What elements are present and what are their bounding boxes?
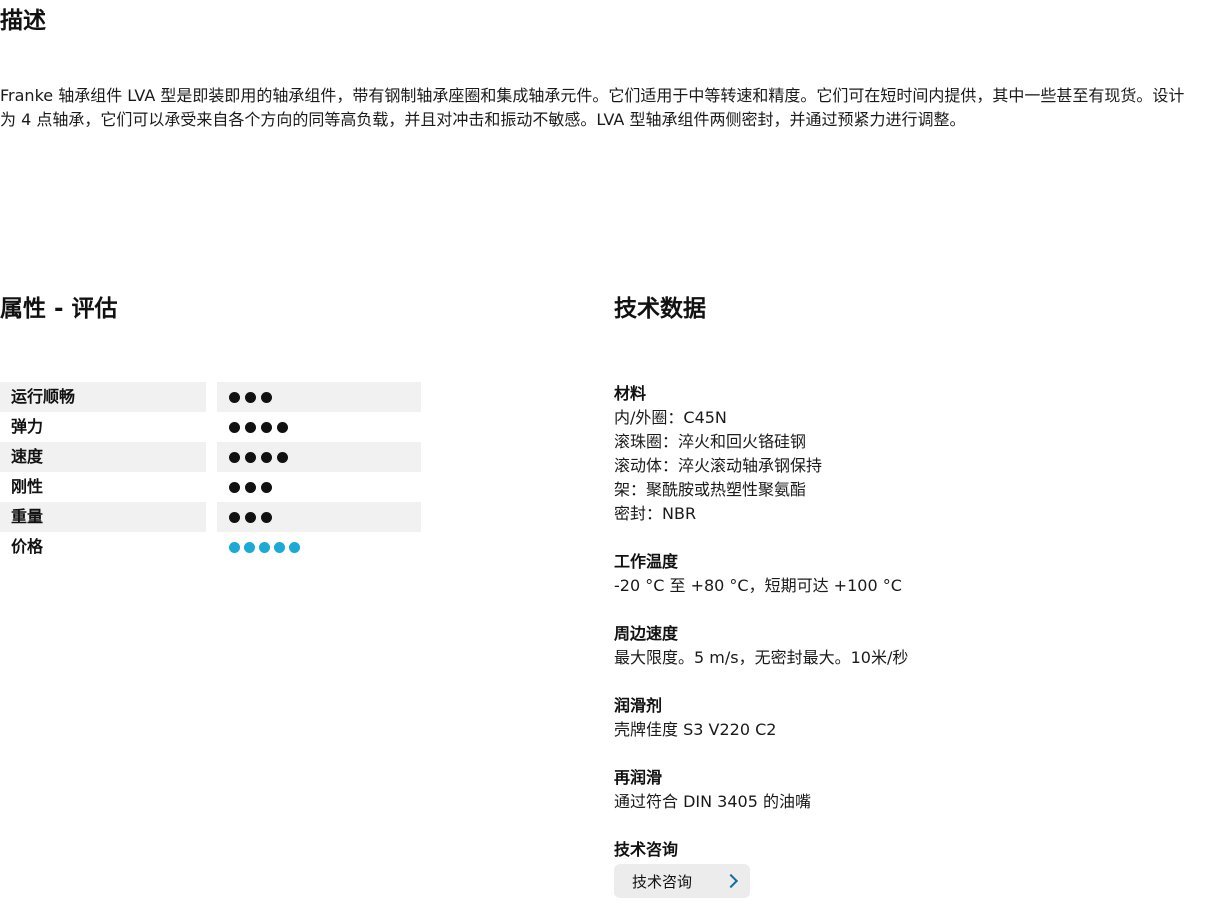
rating-dot-icon xyxy=(245,481,256,493)
rating-label: 价格 xyxy=(11,537,44,556)
rating-dot-icon xyxy=(261,511,272,523)
rating-dot-icon xyxy=(261,481,272,493)
tech-consult-button[interactable]: 技术咨询 xyxy=(614,864,751,898)
tech-data-group: 材料内/外圈：C45N 滚珠圈：淬火和回火铬硅钢 滚动体：淬火滚动轴承钢保持 架：聚酰… xyxy=(614,382,1174,526)
rating-row: 刚性 xyxy=(0,472,421,502)
tech-data-group: 再润滑通过符合 DIN 3405 的油嘴 xyxy=(614,766,1174,814)
description-text: Franke 轴承组件 LVA 型是即装即用的轴承组件，带有钢制轴承座圈和集成轴… xyxy=(0,86,1185,129)
tech-data-value: 最大限度。5 m/s，无密封最大。10米/秒 xyxy=(614,648,909,667)
tech-data-group: 工作温度 -20 °C 至 +80 °C，短期可达 +100 °C xyxy=(614,550,1174,598)
rating-dots xyxy=(217,472,421,502)
rating-dot-icon xyxy=(261,421,272,433)
rating-dot-icon xyxy=(289,541,300,553)
tech-data-value: 架：聚酰胺或热塑性聚氨酯 xyxy=(614,480,807,499)
rating-dot-icon xyxy=(277,421,288,433)
rating-dot-icon xyxy=(229,421,240,433)
tech-consult-title: 技术咨询 xyxy=(614,840,679,859)
rating-dot-icon xyxy=(245,391,256,403)
rating-dots xyxy=(217,532,421,562)
rating-dot-icon xyxy=(229,391,240,403)
rating-dots xyxy=(217,442,421,472)
rating-row: 弹力 xyxy=(0,412,421,442)
tech-data-title: 润滑剂 xyxy=(614,696,663,715)
rating-label: 重量 xyxy=(0,502,206,532)
rating-row: 价格 xyxy=(0,532,421,562)
tech-data-title: 再润滑 xyxy=(614,768,663,787)
ratings-table: 运行顺畅弹力速度刚性重量价格 xyxy=(0,382,421,562)
rating-dot-icon xyxy=(261,391,272,403)
rating-dot-icon xyxy=(245,421,256,433)
chevron-right-icon xyxy=(723,873,739,889)
rating-dots xyxy=(217,502,421,532)
rating-row: 速度 xyxy=(0,442,421,472)
rating-dot-icon xyxy=(229,541,240,553)
rating-dot-icon xyxy=(229,511,240,523)
tech-consult-group: 技术咨询 技术咨询 xyxy=(614,838,1174,898)
tech-data-section: 材料内/外圈：C45N 滚珠圈：淬火和回火铬硅钢 滚动体：淬火滚动轴承钢保持 架：聚酰… xyxy=(614,382,1174,916)
tech-data-value: 壳牌佳度 S3 V220 C2 xyxy=(614,720,777,739)
rating-dot-icon xyxy=(277,451,288,463)
tech-data-heading: 技术数据 xyxy=(614,296,706,322)
tech-data-value: -20 °C 至 +80 °C，短期可达 +100 °C xyxy=(614,576,902,595)
rating-dot-icon xyxy=(274,541,285,553)
tech-data-value: 密封：NBR xyxy=(614,504,697,523)
rating-dot-icon xyxy=(245,451,256,463)
tech-data-value: 内/外圈：C45N xyxy=(614,408,727,427)
tech-data-title: 工作温度 xyxy=(614,552,679,571)
rating-label: 刚性 xyxy=(11,477,44,496)
tech-data-group: 周边速度最大限度。5 m/s，无密封最大。10米/秒 xyxy=(614,622,1174,670)
rating-label: 弹力 xyxy=(11,417,44,436)
tech-data-value: 滚动体：淬火滚动轴承钢保持 xyxy=(614,456,823,475)
rating-dots xyxy=(217,382,421,412)
rating-row: 运行顺畅 xyxy=(0,382,421,412)
rating-dot-icon xyxy=(259,541,270,553)
rating-dot-icon xyxy=(229,481,240,493)
ratings-heading: 属性 - 评估 xyxy=(0,296,118,322)
tech-data-groups: 材料内/外圈：C45N 滚珠圈：淬火和回火铬硅钢 滚动体：淬火滚动轴承钢保持 架：聚酰… xyxy=(614,382,1174,814)
rating-dot-icon xyxy=(245,511,256,523)
rating-label: 速度 xyxy=(0,442,206,472)
rating-dots xyxy=(217,412,421,442)
tech-consult-button-label: 技术咨询 xyxy=(632,872,693,891)
tech-data-group: 润滑剂壳牌佳度 S3 V220 C2 xyxy=(614,694,1174,742)
rating-dot-icon xyxy=(261,451,272,463)
product-detail-page: 描述 Franke 轴承组件 LVA 型是即装即用的轴承组件，带有钢制轴承座圈和… xyxy=(0,0,1206,916)
tech-data-value: 滚珠圈：淬火和回火铬硅钢 xyxy=(614,432,807,451)
tech-data-title: 材料 xyxy=(614,384,647,403)
rating-dot-icon xyxy=(229,451,240,463)
tech-data-title: 周边速度 xyxy=(614,624,679,643)
tech-data-value: 通过符合 DIN 3405 的油嘴 xyxy=(614,792,811,811)
rating-dot-icon xyxy=(244,541,255,553)
rating-label: 运行顺畅 xyxy=(0,382,206,412)
rating-row: 重量 xyxy=(0,502,421,532)
description-heading: 描述 xyxy=(0,8,46,34)
